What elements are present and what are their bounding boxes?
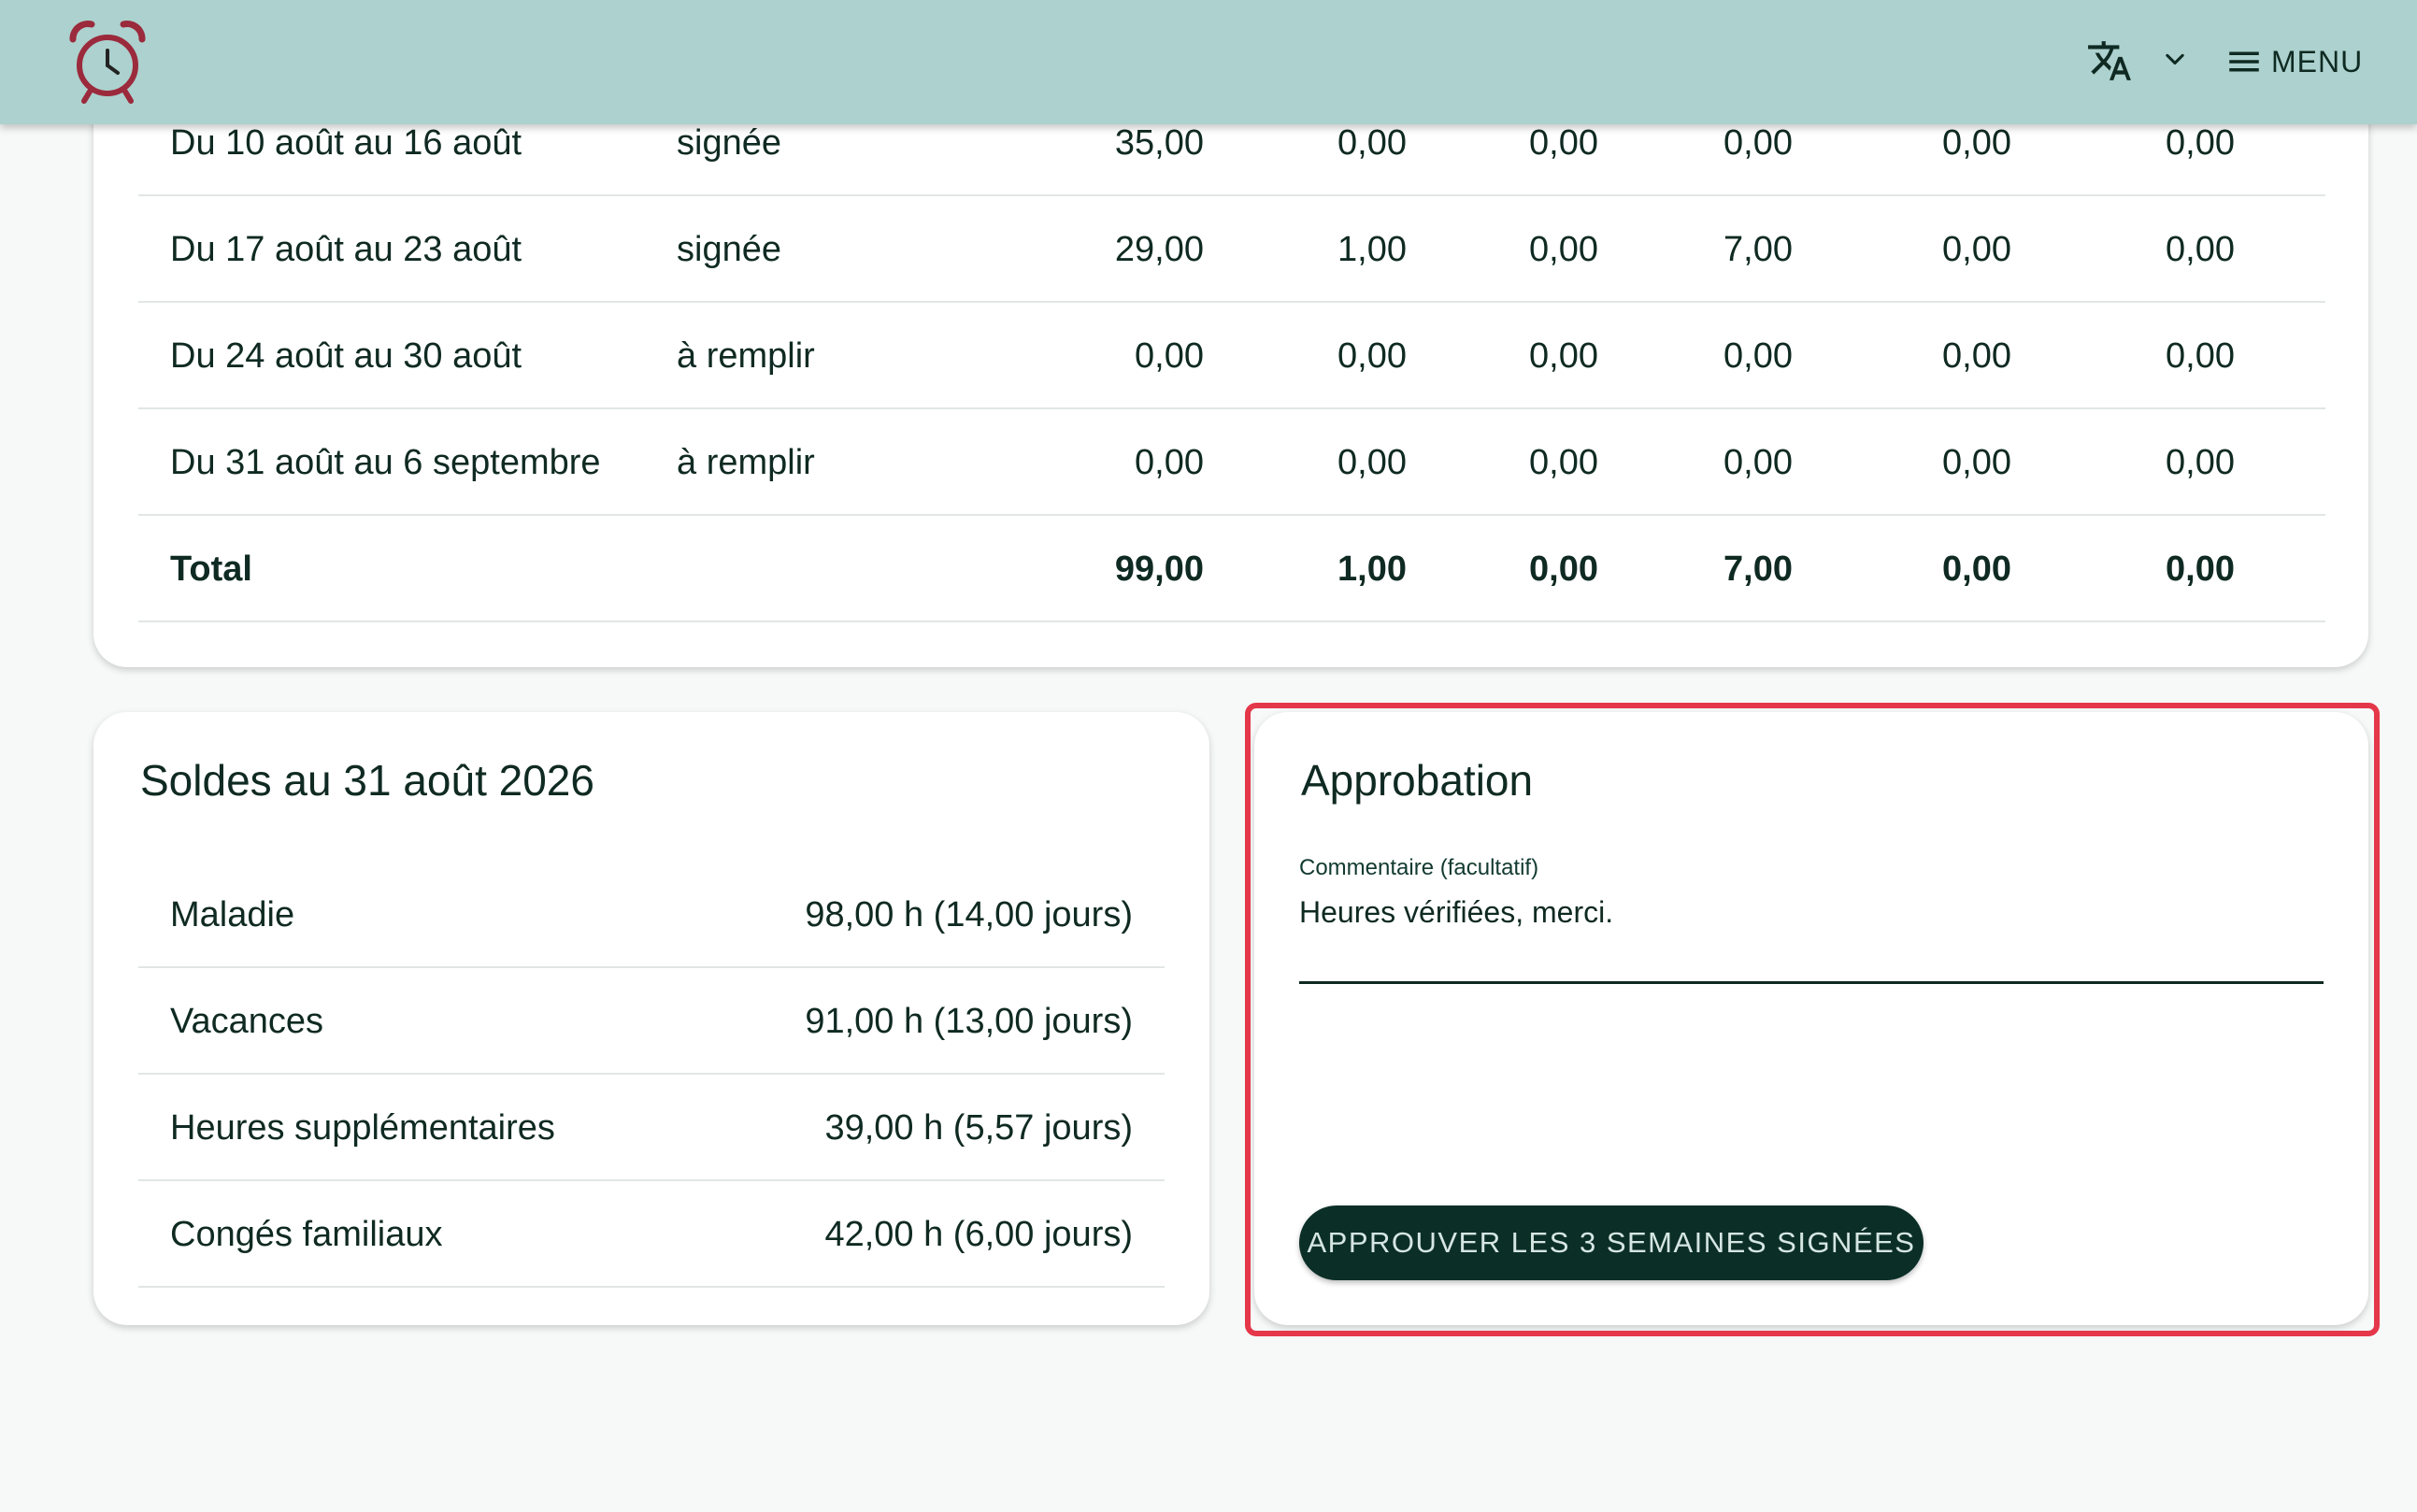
week-value: 0,00 xyxy=(1723,336,1793,376)
week-value: 0,00 xyxy=(1529,230,1598,269)
week-value: 0,00 xyxy=(1529,336,1598,376)
week-value: 0,00 xyxy=(1942,443,2011,482)
weeks-summary-card: Du 10 août au 16 août signée 35,00 0,00 … xyxy=(93,56,2368,667)
balance-value: 98,00 h (14,00 jours) xyxy=(805,895,1133,934)
balance-row: Heures supplémentaires 39,00 h (5,57 jou… xyxy=(138,1075,1165,1181)
comment-input[interactable]: Heures vérifiées, merci. xyxy=(1299,895,1613,930)
table-row[interactable]: Du 24 août au 30 août à remplir 0,00 0,0… xyxy=(138,303,2325,409)
app-bar: MENU xyxy=(0,0,2417,124)
alarm-clock-icon[interactable] xyxy=(65,19,150,105)
comment-label: Commentaire (facultatif) xyxy=(1299,855,1539,880)
week-value: 0,00 xyxy=(2166,230,2235,269)
approve-signed-weeks-button[interactable]: APPROUVER LES 3 SEMAINES SIGNÉES xyxy=(1299,1205,1924,1280)
week-value: 0,00 xyxy=(1135,336,1204,376)
total-value: 0,00 xyxy=(1942,549,2011,589)
week-period: Du 31 août au 6 septembre xyxy=(170,443,601,482)
total-value: 99,00 xyxy=(1114,549,1204,589)
balance-row: Vacances 91,00 h (13,00 jours) xyxy=(138,968,1165,1075)
balance-label: Vacances xyxy=(170,1002,324,1041)
balance-row: Congés familiaux 42,00 h (6,00 jours) xyxy=(138,1181,1165,1288)
menu-button[interactable]: MENU xyxy=(2224,34,2363,90)
total-value: 1,00 xyxy=(1337,549,1407,589)
week-status: signée xyxy=(677,230,781,269)
approval-card: Approbation Commentaire (facultatif) Heu… xyxy=(1254,712,2368,1325)
week-value: 1,00 xyxy=(1337,230,1407,269)
week-period: Du 24 août au 30 août xyxy=(170,336,522,376)
balance-row: Maladie 98,00 h (14,00 jours) xyxy=(138,862,1165,968)
week-value: 0,00 xyxy=(1942,230,2011,269)
week-period: Du 17 août au 23 août xyxy=(170,230,522,269)
week-value: 0,00 xyxy=(1337,443,1407,482)
week-value: 0,00 xyxy=(1942,336,2011,376)
week-status: à remplir xyxy=(677,443,815,482)
week-value: 0,00 xyxy=(1723,443,1793,482)
total-label: Total xyxy=(170,549,252,589)
balance-label: Heures supplémentaires xyxy=(170,1108,555,1148)
week-value: 0,00 xyxy=(2166,336,2235,376)
chevron-down-icon[interactable] xyxy=(2162,47,2188,73)
balance-label: Maladie xyxy=(170,895,295,934)
total-value: 7,00 xyxy=(1723,549,1793,589)
total-value: 0,00 xyxy=(1529,549,1598,589)
approval-title: Approbation xyxy=(1301,756,1534,805)
balance-label: Congés familiaux xyxy=(170,1215,443,1254)
balances-card: Soldes au 31 août 2026 Maladie 98,00 h (… xyxy=(93,712,1209,1325)
week-value: 7,00 xyxy=(1723,230,1793,269)
total-row: Total 99,00 1,00 0,00 7,00 0,00 0,00 xyxy=(138,516,2325,622)
hamburger-menu-icon xyxy=(2229,51,2259,72)
menu-label: MENU xyxy=(2271,44,2364,78)
balance-value: 42,00 h (6,00 jours) xyxy=(824,1215,1133,1254)
week-value: 29,00 xyxy=(1114,230,1204,269)
balance-value: 39,00 h (5,57 jours) xyxy=(824,1108,1133,1148)
translate-icon[interactable] xyxy=(2086,37,2133,84)
week-value: 0,00 xyxy=(2166,443,2235,482)
week-value: 0,00 xyxy=(1529,443,1598,482)
week-value: 0,00 xyxy=(1135,443,1204,482)
balance-value: 91,00 h (13,00 jours) xyxy=(805,1002,1133,1041)
week-status: à remplir xyxy=(677,336,815,376)
total-value: 0,00 xyxy=(2166,549,2235,589)
table-row[interactable]: Du 17 août au 23 août signée 29,00 1,00 … xyxy=(138,196,2325,303)
balances-title: Soldes au 31 août 2026 xyxy=(140,756,594,805)
week-value: 0,00 xyxy=(1337,336,1407,376)
comment-underline xyxy=(1299,981,2324,984)
table-row[interactable]: Du 31 août au 6 septembre à remplir 0,00… xyxy=(138,409,2325,516)
